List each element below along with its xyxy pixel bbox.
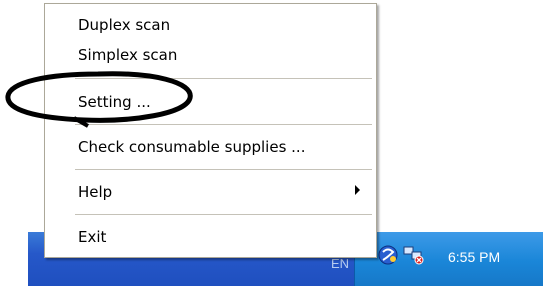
menu-item-check-consumable-supplies[interactable]: Check consumable supplies ... — [78, 138, 305, 156]
menu-item-simplex-scan[interactable]: Simplex scan — [78, 46, 177, 64]
menu-separator — [75, 169, 372, 170]
menu-item-duplex-scan[interactable]: Duplex scan — [78, 16, 170, 34]
menu-item-exit[interactable]: Exit — [78, 228, 106, 246]
language-indicator[interactable]: EN — [331, 256, 349, 271]
system-tray: 6:55 PM — [354, 232, 543, 286]
menu-item-help[interactable]: Help — [78, 183, 112, 201]
chevron-right-icon — [355, 185, 360, 195]
menu-separator — [75, 214, 372, 215]
annotation-ellipse — [2, 68, 197, 132]
network-icon[interactable] — [403, 245, 425, 269]
scanner-icon[interactable] — [377, 244, 399, 270]
clock[interactable]: 6:55 PM — [448, 249, 500, 265]
